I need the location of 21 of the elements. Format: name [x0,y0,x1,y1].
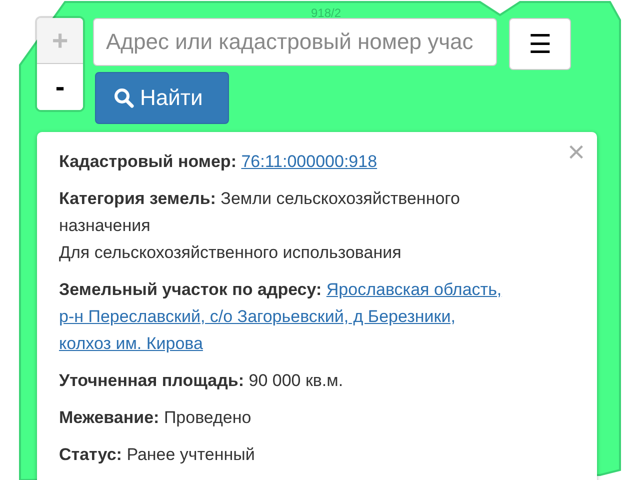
field-label: Статус: [59,445,122,464]
menu-button[interactable]: ☰ [509,18,571,70]
field-label: Уточненная площадь: [59,371,244,390]
field-value: Для сельскохозяйственного использования [59,243,402,262]
parcel-label: 918/2 [310,6,342,20]
field-link[interactable]: колхоз им. Кирова [59,334,203,353]
field-label: Кадастровый номер: [59,152,236,171]
field-value: Ранее учтенный [126,445,255,464]
field-value: Земли сельскохозяйственного [220,189,460,208]
field-label: Межевание: [59,408,160,427]
find-button[interactable]: Найти [95,72,229,124]
field-link[interactable]: 76:11:000000:918 [241,152,378,171]
field-label: Категория земель: [59,189,216,208]
search-icon [114,88,134,108]
field-link[interactable]: Ярославская область, [326,280,502,299]
search-field[interactable]: Адрес или кадастровый номер учас [93,18,497,66]
field-value: Проведено [164,408,252,427]
field-value: назначения [59,216,150,235]
field-value: 90 000 кв.м. [248,371,344,390]
field-link[interactable]: р-н Переславский, с/о Загорьевский, д Березники, [59,307,456,326]
field-label: Земельный участок по адресу: [59,280,322,299]
